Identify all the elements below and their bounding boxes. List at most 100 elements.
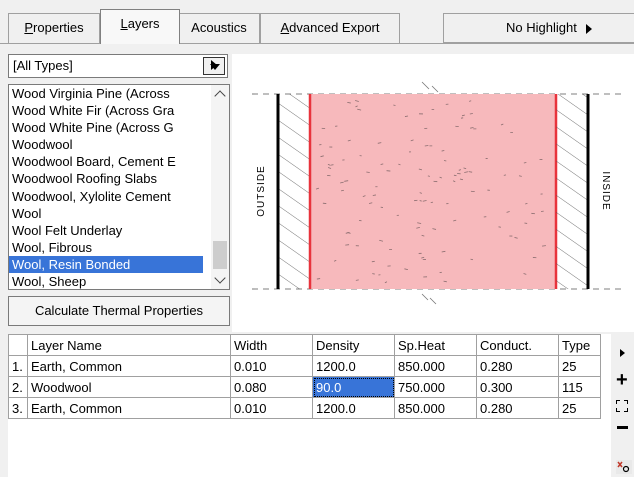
density-cell[interactable]: 1200.0 (312, 397, 395, 419)
layer-name-cell[interactable]: Earth, Common (27, 397, 231, 419)
layer-toolbar: + (611, 334, 634, 477)
tab-advanced-export-mnemonic: A (280, 20, 290, 35)
column-header (8, 334, 28, 356)
column-header-sp-heat[interactable]: Sp.Heat (394, 334, 477, 356)
list-item[interactable]: Woodwool (9, 136, 203, 153)
list-item[interactable]: Wood Virginia Pine (Across (9, 85, 203, 102)
density-cell-selected[interactable]: 90.0 (312, 376, 395, 398)
list-item[interactable]: Wool, Sheep (9, 273, 203, 289)
tab-advanced-export[interactable]: Advanced Export (260, 13, 400, 43)
expand-icon[interactable] (616, 400, 628, 412)
list-item[interactable]: Wood White Fir (Across Gra (9, 102, 203, 119)
row-number: 2. (8, 376, 28, 398)
row-number: 1. (8, 355, 28, 377)
bottom-mark (421, 293, 437, 305)
cut-icon[interactable] (616, 460, 632, 474)
inside-label: INSIDE (600, 171, 611, 210)
layers-grid: Layer Name Width Density Sp.Heat Conduct… (8, 334, 611, 477)
column-header-layer-name[interactable]: Layer Name (27, 334, 231, 356)
texture-mark (443, 160, 447, 162)
tab-acoustics[interactable]: Acoustics (178, 13, 260, 43)
sp-heat-cell[interactable]: 850.000 (394, 355, 477, 377)
table-row[interactable]: 1. Earth, Common 0.010 1200.0 850.000 0.… (8, 355, 601, 377)
table-row[interactable]: 3. Earth, Common 0.010 1200.0 850.000 0.… (8, 397, 601, 419)
table-row[interactable]: 2. Woodwool 0.080 90.0 750.000 0.300 115 (8, 376, 601, 398)
material-list[interactable]: Wood Virginia Pine (Across Wood White Fi… (8, 84, 230, 290)
texture-mark (419, 200, 422, 202)
scroll-up-icon[interactable] (211, 85, 229, 103)
density-cell[interactable]: 1200.0 (312, 355, 395, 377)
scroll-down-icon[interactable] (211, 271, 229, 289)
tab-acoustics-label: Acoustics (191, 20, 247, 35)
remove-layer-icon[interactable] (617, 426, 628, 429)
tab-layers-label: ayers (127, 16, 160, 31)
list-item[interactable]: Woodwool Board, Cement E (9, 153, 203, 170)
layers-table: Layer Name Width Density Sp.Heat Conduct… (8, 334, 601, 419)
filter-menu-arrow-icon[interactable] (211, 60, 217, 70)
conduct-cell[interactable]: 0.280 (476, 397, 559, 419)
type-filter-select[interactable]: [All Types] (8, 54, 228, 78)
inner-layer-hatch (556, 94, 588, 289)
material-items: Wood Virginia Pine (Across Wood White Fi… (9, 85, 203, 289)
conduct-cell[interactable]: 0.280 (476, 355, 559, 377)
texture-mark (340, 189, 344, 192)
texture-mark (430, 201, 434, 204)
sp-heat-cell[interactable]: 750.000 (394, 376, 477, 398)
column-header-conduct[interactable]: Conduct. (476, 334, 559, 356)
type-cell[interactable]: 25 (558, 355, 601, 377)
width-cell[interactable]: 0.080 (230, 376, 313, 398)
column-header-type[interactable]: Type (558, 334, 601, 356)
tab-layers[interactable]: Layers (100, 9, 180, 44)
texture-mark (503, 174, 507, 176)
conduct-cell[interactable]: 0.300 (476, 376, 559, 398)
column-header-width[interactable]: Width (230, 334, 313, 356)
sp-heat-cell[interactable]: 850.000 (394, 397, 477, 419)
list-item[interactable]: Woodwool Roofing Slabs (9, 170, 203, 187)
list-item[interactable]: Wool Felt Underlay (9, 222, 203, 239)
texture-mark (469, 113, 473, 115)
highlight-button[interactable]: No Highlight (443, 13, 634, 43)
list-item[interactable]: Wood White Pine (Across G (9, 119, 203, 136)
add-layer-icon[interactable]: + (616, 370, 628, 390)
texture-mark (468, 171, 473, 173)
highlight-mnemonic: g (538, 20, 546, 35)
type-cell[interactable]: 25 (558, 397, 601, 419)
wall-section-preview: OUTSIDE INSIDE (232, 54, 634, 332)
top-mark (421, 81, 439, 93)
texture-mark (541, 245, 546, 247)
texture-mark (518, 175, 522, 177)
texture-mark (316, 278, 321, 280)
list-item-selected[interactable]: Wool, Resin Bonded (9, 255, 203, 274)
tab-properties-label: roperties (33, 20, 84, 35)
tab-properties-mnemonic: P (24, 20, 34, 35)
texture-mark (453, 174, 457, 177)
texture-mark (355, 279, 359, 281)
layer-name-cell[interactable]: Woodwool (27, 376, 231, 398)
core-layer-fill (310, 94, 556, 289)
layer-name-cell[interactable]: Earth, Common (27, 355, 231, 377)
highlight-suffix: hlight (545, 20, 577, 35)
tab-layers-mnemonic: L (120, 16, 128, 31)
tab-divider (0, 43, 634, 44)
outer-layer-hatch (278, 94, 310, 289)
tab-properties[interactable]: Properties (8, 13, 100, 43)
calculate-thermal-properties-button[interactable]: Calculate Thermal Properties (8, 296, 230, 326)
column-header-density[interactable]: Density (312, 334, 395, 356)
type-filter-value: [All Types] (13, 58, 73, 73)
menu-arrow-icon[interactable] (620, 349, 625, 357)
list-item[interactable]: Wool (9, 205, 203, 222)
wall-section-diagram: OUTSIDE INSIDE (252, 81, 624, 305)
texture-mark (427, 175, 430, 177)
material-list-scrollbar[interactable] (211, 85, 229, 289)
list-item[interactable]: Wool, Fibrous (9, 239, 203, 256)
texture-mark (441, 150, 445, 152)
type-cell[interactable]: 115 (558, 376, 601, 398)
highlight-arrow-icon (586, 23, 593, 34)
width-cell[interactable]: 0.010 (230, 397, 313, 419)
texture-mark (372, 194, 377, 196)
texture-mark (523, 162, 527, 164)
list-item[interactable]: Woodwool, Xylolite Cement (9, 188, 203, 205)
scroll-thumb[interactable] (213, 241, 227, 269)
outside-label: OUTSIDE (256, 165, 267, 216)
width-cell[interactable]: 0.010 (230, 355, 313, 377)
